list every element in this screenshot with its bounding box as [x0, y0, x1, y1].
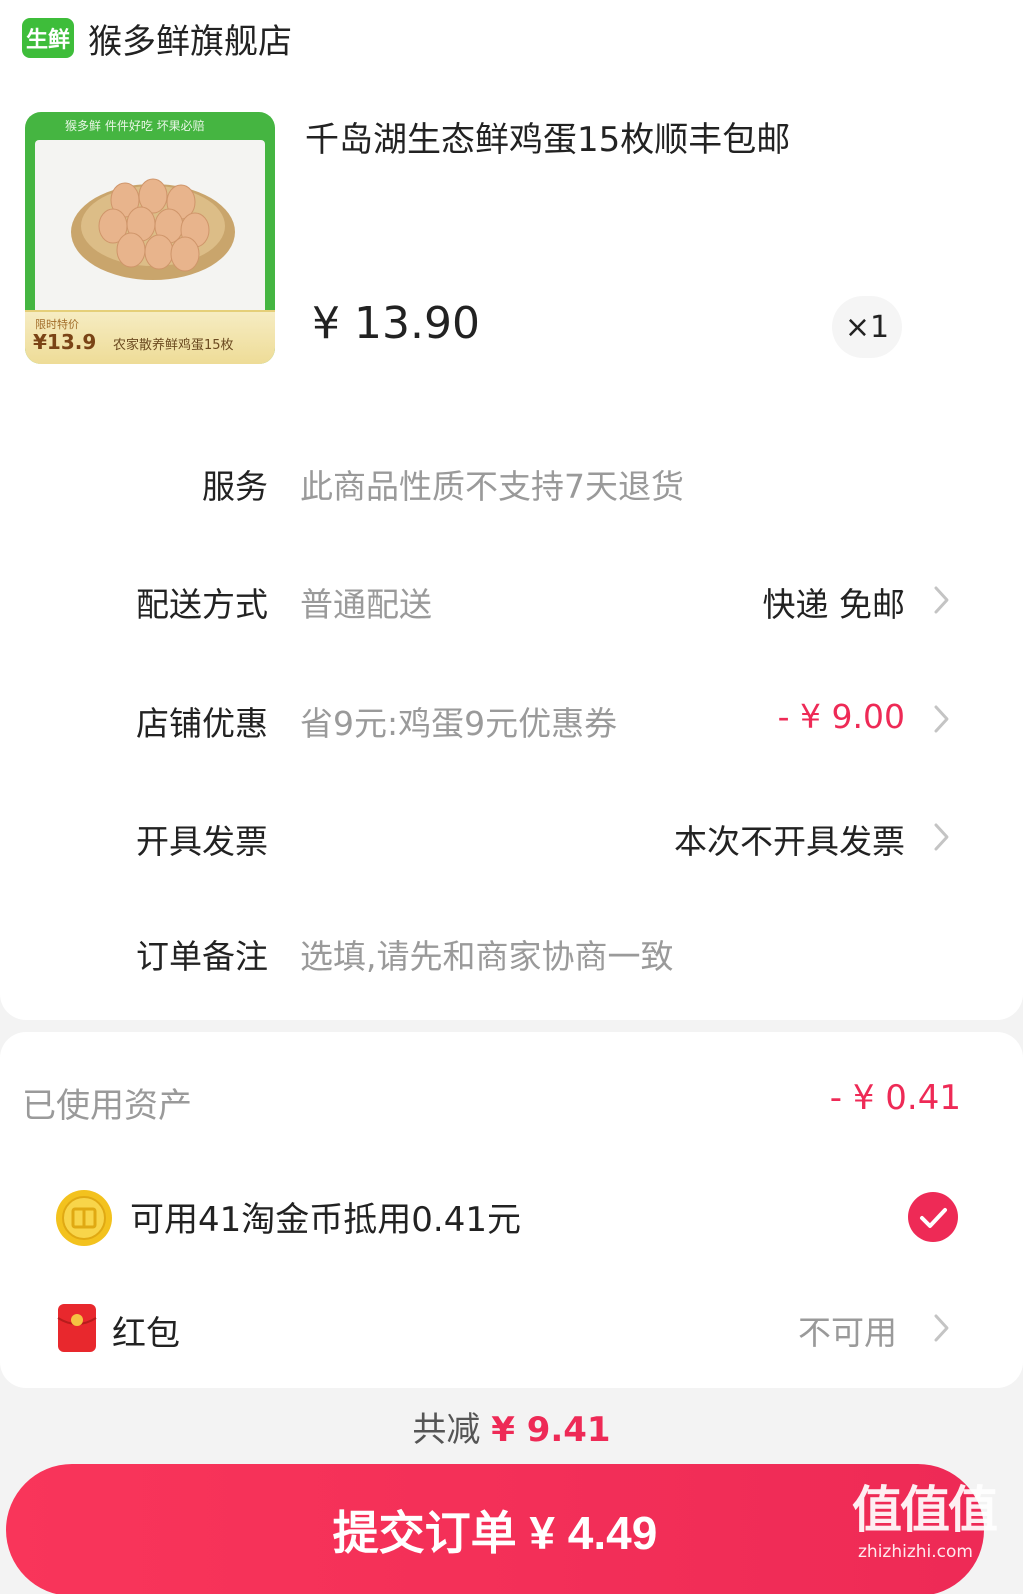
- store-name[interactable]: 猴多鲜旗舰店: [88, 14, 292, 63]
- fresh-tag: 生鲜: [22, 18, 74, 58]
- store-header[interactable]: 生鲜 猴多鲜旗舰店: [22, 14, 292, 62]
- delivery-value: 普通配送: [300, 585, 432, 624]
- store-discount-row[interactable]: 店铺优惠 省9元:鸡蛋9元优惠券 - ¥ 9.00: [0, 697, 1023, 757]
- red-envelope-icon: [57, 1304, 97, 1352]
- price-badge-desc: 农家散养鲜鸡蛋15枚: [113, 338, 234, 353]
- delivery-option[interactable]: 快递 免邮: [763, 578, 906, 626]
- gold-coin-icon: [56, 1190, 112, 1246]
- total-reduce-amount: ¥ 9.41: [491, 1410, 611, 1450]
- hongbao-label: 红包: [112, 1314, 180, 1354]
- egg-basket-illustration: [71, 178, 235, 280]
- quantity-button[interactable]: ×1: [832, 296, 902, 358]
- order-note-label: 订单备注: [136, 937, 268, 976]
- store-discount-amount[interactable]: - ¥ 9.00: [778, 697, 905, 736]
- chevron-right-icon[interactable]: [928, 1310, 954, 1346]
- invoice-label: 开具发票: [136, 822, 268, 861]
- site-watermark: 值值值 zhizhizhi.com: [852, 1478, 1012, 1590]
- hongbao-row[interactable]: 红包 不可用: [0, 1300, 1023, 1360]
- store-discount-value: 省9元:鸡蛋9元优惠券: [300, 704, 618, 743]
- watermark-logo: 值值值: [852, 1481, 998, 1539]
- taojinbi-row[interactable]: 可用41淘金币抵用0.41元: [0, 1186, 1023, 1246]
- invoice-option[interactable]: 本次不开具发票: [674, 815, 905, 863]
- price-badge-value: ¥13.9: [33, 330, 97, 354]
- product-title[interactable]: 千岛湖生态鲜鸡蛋15枚顺丰包邮: [305, 112, 790, 161]
- order-note-row[interactable]: 订单备注 选填,请先和商家协商一致: [0, 930, 1023, 990]
- used-assets-title: 已使用资产: [22, 1086, 192, 1126]
- used-assets-amount: - ¥ 0.41: [829, 1078, 961, 1118]
- product-price: ¥ 13.90: [312, 298, 480, 349]
- service-value: 此商品性质不支持7天退货: [300, 467, 684, 506]
- check-icon: [920, 1208, 947, 1228]
- price-badge: 限时特价 ¥13.9 农家散养鲜鸡蛋15枚: [25, 310, 275, 364]
- taojinbi-checkbox[interactable]: [908, 1192, 958, 1242]
- total-reduce-label: 共减: [412, 1410, 481, 1450]
- invoice-row[interactable]: 开具发票 本次不开具发票: [0, 815, 1023, 875]
- delivery-label: 配送方式: [136, 585, 268, 624]
- submit-order-button[interactable]: 提交订单 ¥ 4.49: [6, 1464, 984, 1594]
- taojinbi-text: 可用41淘金币抵用0.41元: [130, 1200, 521, 1240]
- chevron-right-icon[interactable]: [928, 582, 954, 618]
- service-label: 服务: [202, 467, 268, 506]
- chevron-right-icon[interactable]: [928, 701, 954, 737]
- product-image-banner: 猴多鲜 件件好吃 坏果必赔: [65, 119, 205, 133]
- product-image[interactable]: 猴多鲜 件件好吃 坏果必赔 限时特价 ¥13.9 农家散养鲜鸡蛋15枚: [25, 112, 275, 364]
- service-row: 服务 此商品性质不支持7天退货: [0, 460, 1023, 520]
- order-note-input[interactable]: 选填,请先和商家协商一致: [300, 930, 674, 978]
- watermark-url: zhizhizhi.com: [858, 1542, 973, 1562]
- delivery-row[interactable]: 配送方式 普通配送 快递 免邮: [0, 578, 1023, 638]
- store-discount-label: 店铺优惠: [136, 704, 268, 743]
- chevron-right-icon[interactable]: [928, 819, 954, 855]
- total-reduce: 共减 ¥ 9.41: [0, 1402, 1023, 1451]
- hongbao-status[interactable]: 不可用: [798, 1306, 897, 1354]
